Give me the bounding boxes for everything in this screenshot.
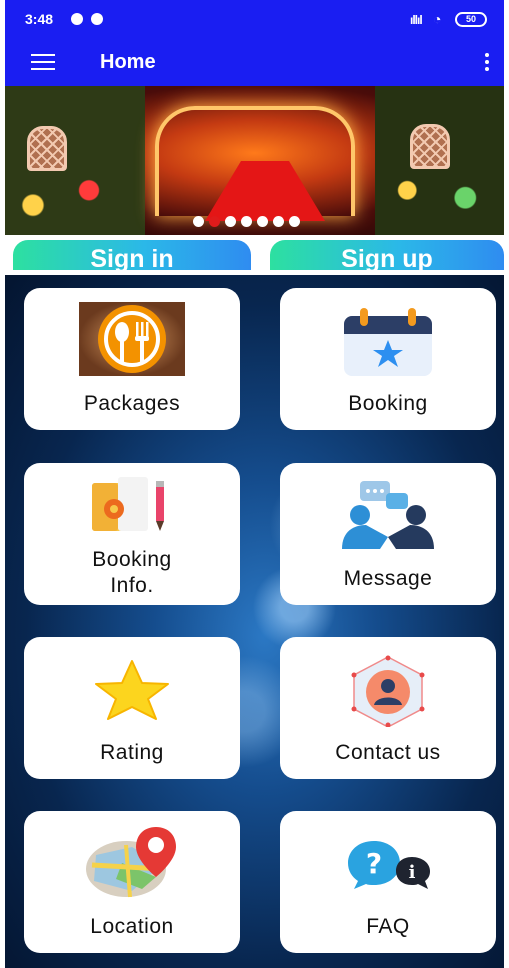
- rating-card[interactable]: Rating: [24, 637, 240, 779]
- carousel-dot[interactable]: [273, 216, 284, 227]
- faq-card[interactable]: ? i FAQ: [280, 811, 496, 953]
- status-bar: 3:48 ıllıl ◔ 50: [5, 0, 504, 40]
- battery-icon: 50: [455, 12, 487, 27]
- document-gear-icon: [92, 477, 164, 531]
- faq-label: FAQ: [366, 915, 410, 938]
- auth-row: Sign in Sign up: [5, 235, 504, 275]
- location-card[interactable]: Location: [24, 811, 240, 953]
- carousel-dot[interactable]: [193, 216, 204, 227]
- app-bar: Home: [5, 40, 504, 86]
- rating-label: Rating: [100, 741, 164, 764]
- star-icon: [95, 660, 169, 720]
- map-pin-icon: [86, 827, 176, 898]
- calendar-star-icon: [344, 308, 432, 376]
- wifi-icon: ◔: [433, 11, 442, 27]
- carousel-dot[interactable]: [257, 216, 268, 227]
- svg-text:i: i: [409, 862, 416, 883]
- menu-grid: Packages Booking Booking Info. Message R…: [5, 275, 504, 968]
- carousel-dot[interactable]: [289, 216, 300, 227]
- booking-info-card[interactable]: Booking Info.: [24, 463, 240, 605]
- svg-text:?: ?: [366, 847, 382, 880]
- signal-icon: ıllıl: [410, 13, 423, 27]
- hamburger-menu-icon[interactable]: [31, 54, 55, 72]
- packages-card[interactable]: Packages: [24, 288, 240, 430]
- page-title: Home: [100, 51, 156, 73]
- carousel-dot[interactable]: [225, 216, 236, 227]
- more-options-icon[interactable]: [483, 53, 491, 73]
- messenger-icon: [91, 13, 103, 25]
- lattice-window-left: [27, 126, 67, 171]
- contact-us-label: Contact us: [335, 741, 441, 764]
- sign-in-button[interactable]: Sign in: [13, 240, 251, 270]
- lattice-window-right: [410, 124, 450, 169]
- banner-carousel[interactable]: [5, 86, 504, 235]
- faq-bubble-icon: ? i: [348, 841, 430, 889]
- vpn-icon: [71, 13, 83, 25]
- contact-person-icon: [351, 655, 425, 727]
- packages-label: Packages: [83, 392, 181, 415]
- contact-us-card[interactable]: Contact us: [280, 637, 496, 779]
- status-time: 3:48: [25, 11, 54, 27]
- message-card[interactable]: Message: [280, 463, 496, 605]
- carousel-indicators: [193, 216, 300, 228]
- sign-up-button[interactable]: Sign up: [270, 240, 504, 270]
- location-label: Location: [90, 915, 174, 938]
- chat-people-icon: [342, 481, 434, 549]
- booking-info-label: Booking Info.: [92, 548, 172, 597]
- carousel-dot[interactable]: [209, 216, 220, 227]
- message-label: Message: [343, 567, 433, 590]
- home-screen: 3:48 ıllıl ◔ 50 Home Sign in Sign up Pac…: [5, 0, 504, 968]
- booking-label: Booking: [348, 392, 428, 415]
- carousel-dot[interactable]: [241, 216, 252, 227]
- booking-card[interactable]: Booking: [280, 288, 496, 430]
- restaurant-icon: [79, 302, 185, 376]
